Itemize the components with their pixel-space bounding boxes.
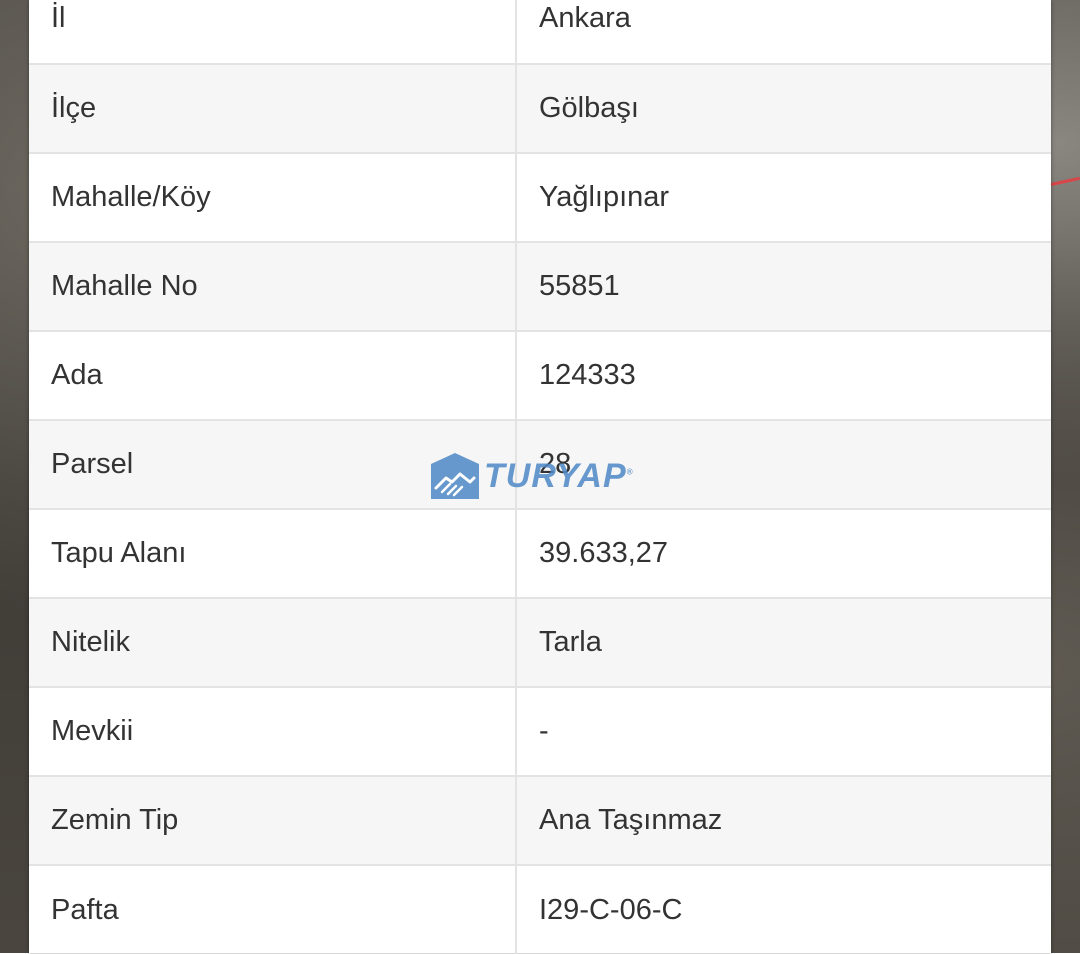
parcel-info-table: İl Ankara İlçe Gölbaşı Mahalle/Köy Yağlı… bbox=[29, 0, 1051, 954]
row-label: İl bbox=[29, 0, 517, 65]
table-row-il: İl Ankara bbox=[29, 0, 1051, 65]
table-row-nitelik: Nitelik Tarla bbox=[29, 598, 1051, 688]
row-value: I29-C-06-C bbox=[539, 893, 683, 926]
row-label: Parsel bbox=[29, 420, 517, 510]
row-label: Mahalle No bbox=[29, 242, 517, 332]
row-value: 28 bbox=[516, 420, 1051, 510]
row-value: - bbox=[516, 687, 1051, 777]
row-label: Zemin Tip bbox=[29, 776, 517, 866]
row-value: Tarla bbox=[516, 598, 1051, 688]
row-value: Gölbaşı bbox=[516, 64, 1051, 154]
row-label: Tapu Alanı bbox=[29, 509, 517, 599]
row-label: İlçe bbox=[29, 64, 517, 154]
table-row-mevkii: Mevkii - bbox=[29, 687, 1051, 777]
row-value: 55851 bbox=[516, 242, 1051, 332]
row-value: 39.633,27 bbox=[516, 509, 1051, 599]
parcel-info-panel: İl Ankara İlçe Gölbaşı Mahalle/Köy Yağlı… bbox=[29, 0, 1051, 954]
row-value: Ana Taşınmaz bbox=[516, 776, 1051, 866]
table-row-mahalle-koy: Mahalle/Köy Yağlıpınar bbox=[29, 153, 1051, 243]
row-value: Ankara bbox=[516, 0, 1051, 65]
table-row-ada: Ada 124333 bbox=[29, 331, 1051, 421]
row-label: Pafta bbox=[29, 865, 517, 954]
table-row-tapu-alani: Tapu Alanı 39.633,27 bbox=[29, 509, 1051, 599]
table-row-ilce: İlçe Gölbaşı bbox=[29, 64, 1051, 154]
row-value: 124333 bbox=[516, 331, 1051, 421]
row-label: Nitelik bbox=[29, 598, 517, 688]
row-value: Yağlıpınar bbox=[516, 153, 1051, 243]
table-row-zemin-tip: Zemin Tip Ana Taşınmaz bbox=[29, 776, 1051, 866]
table-row-mahalle-no: Mahalle No 55851 bbox=[29, 242, 1051, 332]
row-label: Mevkii bbox=[29, 687, 517, 777]
row-label: Ada bbox=[29, 331, 517, 421]
table-row-pafta: Pafta I29-C-06-C bbox=[29, 865, 1051, 954]
row-label: Mahalle/Köy bbox=[29, 153, 517, 243]
map-road-marker bbox=[1050, 176, 1080, 187]
table-row-parsel: Parsel 28 bbox=[29, 420, 1051, 510]
